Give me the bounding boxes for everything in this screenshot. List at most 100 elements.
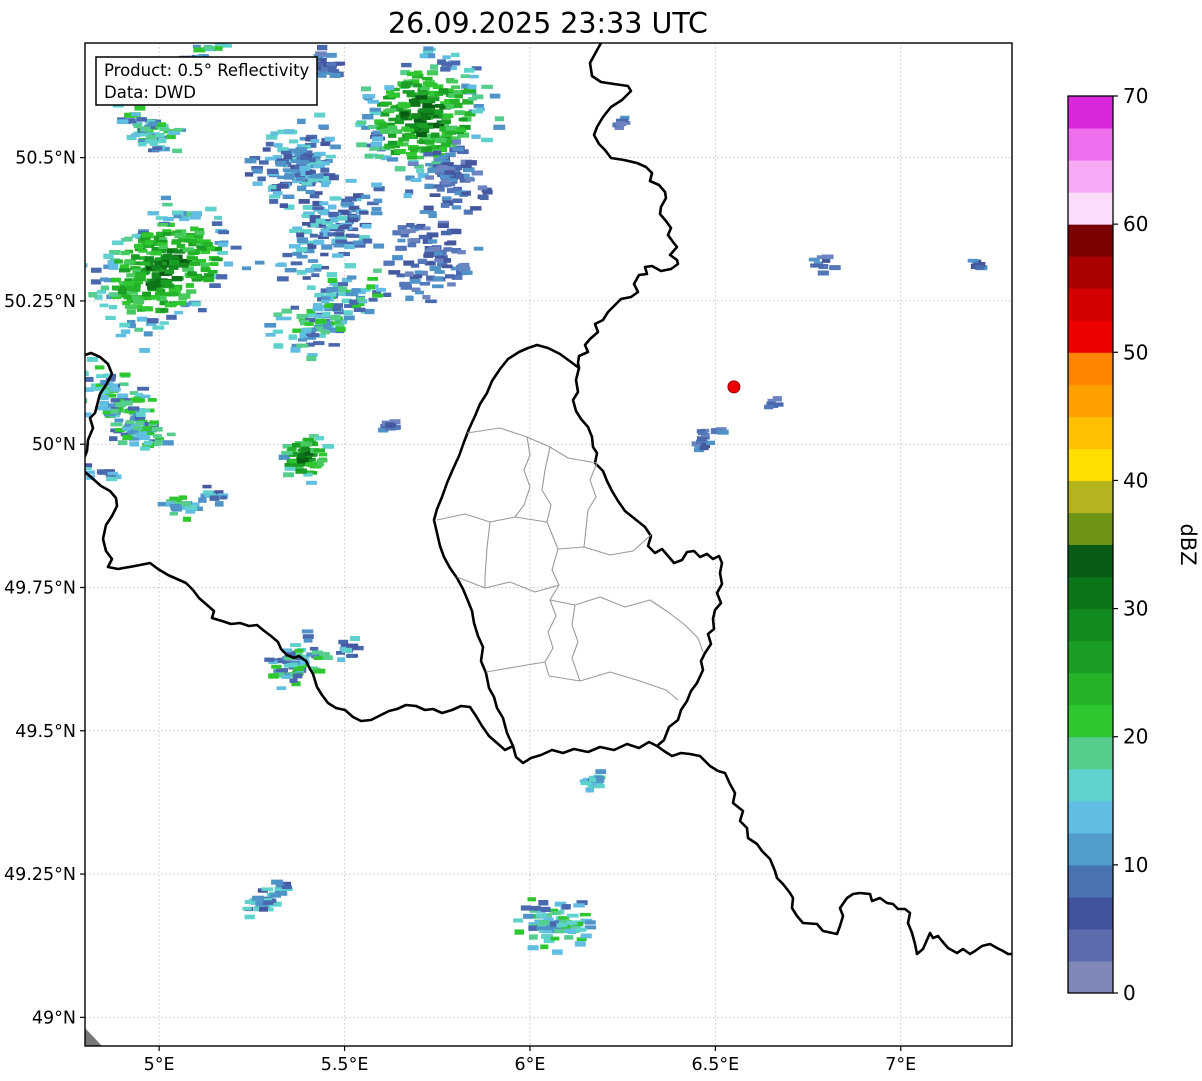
radar-bin [110, 398, 120, 403]
radar-bin [146, 318, 159, 324]
radar-bin [273, 343, 284, 349]
radar-bin [306, 355, 317, 362]
radar-bin [349, 299, 358, 305]
radar-bin [111, 277, 121, 283]
radar-bin [553, 929, 565, 934]
radar-bin [480, 195, 489, 200]
radar-bin [407, 161, 419, 166]
radar-bin [295, 177, 306, 181]
radar-bin [214, 215, 222, 220]
district-border [514, 436, 531, 518]
radar-bin [69, 465, 81, 469]
radar-bin [186, 289, 197, 294]
radar-bin [332, 196, 342, 201]
radar-bin [394, 149, 406, 155]
radar-bin [320, 167, 330, 173]
colorbar-axis-label: dBZ [1176, 523, 1200, 565]
radar-bin [527, 897, 536, 902]
radar-bin [325, 52, 337, 58]
radar-echo-cluster [967, 258, 988, 271]
colorbar-tick-label: 60 [1123, 212, 1148, 236]
radar-bin [313, 448, 325, 453]
radar-bin [273, 18, 285, 23]
colorbar-band [1068, 864, 1113, 898]
radar-bin [96, 469, 108, 475]
radar-bin [162, 216, 174, 222]
radar-bin [383, 292, 392, 297]
colorbar-band [1068, 352, 1113, 385]
radar-bin [416, 131, 427, 138]
radar-bin [375, 154, 385, 159]
radar-echo-cluster [612, 115, 631, 130]
radar-bin [596, 783, 605, 789]
radar-bin [432, 284, 444, 289]
radar-bin [477, 185, 488, 191]
radar-bin [302, 205, 313, 210]
y-tick-label: 50.5°N [15, 149, 76, 169]
radar-bin [385, 422, 396, 428]
radar-bin [52, 464, 61, 470]
radar-bin [252, 181, 263, 186]
radar-bin [313, 239, 325, 245]
radar-bin [362, 238, 373, 244]
radar-bin [313, 668, 326, 674]
radar-bin [282, 252, 293, 258]
radar-bin [443, 247, 453, 252]
district-border-layer [436, 427, 704, 701]
district-border [436, 513, 652, 556]
radar-bin [433, 150, 442, 156]
radar-bin [573, 903, 585, 908]
radar-echo-cluster [157, 495, 203, 522]
radar-bin [64, 459, 75, 463]
radar-bin [292, 673, 303, 679]
radar-bin [429, 265, 442, 272]
radar-bin [321, 296, 331, 300]
radar-bin [370, 211, 383, 216]
radar-bin [151, 265, 161, 270]
radar-bin [305, 462, 317, 467]
radar-bin [100, 277, 108, 282]
radar-bin [329, 73, 341, 78]
radar-bin [301, 446, 310, 452]
radar-bin [425, 82, 438, 88]
radar-bin [159, 308, 169, 313]
radar-bin [405, 271, 414, 277]
radar-bin [159, 127, 170, 132]
radar-bin [429, 193, 441, 197]
radar-bin [281, 450, 293, 455]
radar-bin [252, 168, 263, 174]
radar-bin [97, 290, 106, 294]
radar-bin [309, 233, 318, 238]
radar-echo-cluster [764, 396, 784, 410]
radar-bin [86, 357, 99, 362]
radar-bin [295, 147, 308, 153]
district-border [544, 548, 560, 677]
radar-bin [151, 427, 163, 432]
radar-bin [266, 168, 279, 175]
radar-bin [451, 228, 462, 235]
radar-bin [429, 64, 439, 70]
radar-bin [150, 295, 161, 300]
radar-bin [441, 264, 453, 269]
radar-bin [276, 276, 289, 282]
radar-bin [190, 226, 199, 232]
radar-bin [122, 426, 131, 431]
radar-figure: 26.09.2025 23:33 UTC 5°E 5.5°E 6°E 6.5°E 7°E… [0, 0, 1202, 1081]
radar-bin [280, 150, 292, 155]
radar-bin [135, 271, 147, 276]
radar-bin [160, 195, 171, 201]
radar-bin [425, 175, 434, 180]
radar-bin [156, 242, 168, 246]
radar-bin [717, 429, 729, 435]
radar-bin [142, 306, 153, 312]
radar-bin [149, 420, 159, 425]
radar-bin [171, 239, 182, 245]
radar-bin [419, 53, 429, 59]
radar-bin [337, 216, 348, 221]
radar-bin [292, 328, 302, 333]
radar-bin [337, 657, 346, 663]
radar-bin [75, 385, 83, 389]
radar-bin [482, 189, 493, 195]
radar-bin [214, 501, 224, 507]
radar-bin [428, 96, 440, 102]
